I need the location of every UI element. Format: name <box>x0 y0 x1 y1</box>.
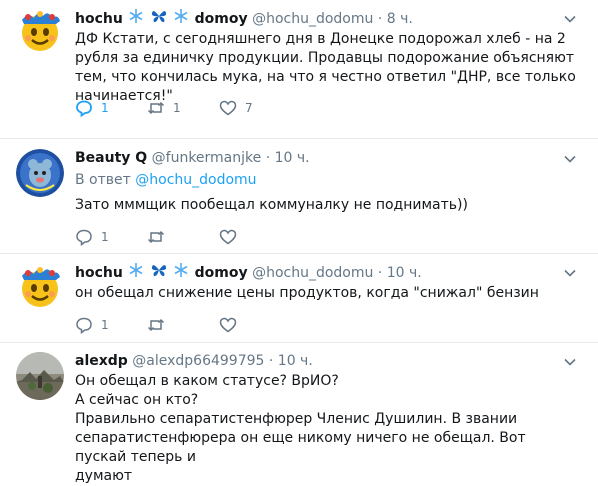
retweet-icon <box>147 101 165 115</box>
tweet-text: ДФ Кстати, с сегодняшнего дня в Донецке … <box>75 31 576 104</box>
retweet-button[interactable] <box>147 228 219 246</box>
retweet-button[interactable]: 1 <box>147 99 219 117</box>
handle[interactable]: @hochu_dodomu <box>252 11 373 27</box>
like-button[interactable] <box>219 316 291 334</box>
tweet-actions: 1 1 7 <box>75 98 291 118</box>
snowflake-icon <box>173 8 189 30</box>
display-name-part[interactable]: domoy <box>195 265 248 281</box>
like-button[interactable] <box>219 228 291 246</box>
tweet[interactable]: Beauty Q @funkermanjke · 10 ч. В ответ @… <box>0 139 598 249</box>
reply-icon <box>76 100 92 117</box>
tweet[interactable]: hochu domoy @hochu_dodomu · 10 ч. он обе… <box>0 254 598 342</box>
tweet-actions: 1 <box>75 227 291 247</box>
reply-to-link[interactable]: @hochu_dodomu <box>135 172 256 188</box>
snowflake-icon <box>128 8 144 30</box>
like-button[interactable]: 7 <box>219 99 291 117</box>
text-line: Он обещал в каком статусе? ВрИО? <box>75 373 339 389</box>
tweet-text: Он обещал в каком статусе? ВрИО? А сейча… <box>75 372 580 486</box>
tweet[interactable]: alexdp @alexdp66499795 · 10 ч. Он обещал… <box>0 343 598 484</box>
handle[interactable]: @hochu_dodomu <box>252 265 373 281</box>
retweet-button[interactable] <box>147 316 219 334</box>
timestamp[interactable]: 10 ч. <box>387 265 422 281</box>
reply-count: 1 <box>101 230 109 244</box>
display-name[interactable]: Beauty Q <box>75 150 147 166</box>
reply-button[interactable]: 1 <box>75 99 147 117</box>
reply-prefix: В ответ <box>75 172 131 188</box>
chevron-down-icon[interactable] <box>564 267 576 279</box>
avatar[interactable] <box>16 149 64 197</box>
retweet-icon <box>147 230 165 244</box>
tweet-header: alexdp @alexdp66499795 · 10 ч. <box>75 351 313 371</box>
chevron-down-icon[interactable] <box>564 13 576 25</box>
text-line: Правильно сепаратистенфюрер Членис Душил… <box>75 411 518 427</box>
snowflake-icon <box>173 262 189 284</box>
tweet-text: Зато мммщик пообещал коммуналку не подни… <box>75 197 468 213</box>
separator-dot: · <box>268 353 274 369</box>
retweet-icon <box>147 318 165 332</box>
heart-icon <box>219 317 237 333</box>
chevron-down-icon[interactable] <box>564 356 576 368</box>
retweet-count: 1 <box>173 101 181 115</box>
display-name-part[interactable]: domoy <box>195 11 248 27</box>
separator-dot: · <box>377 11 383 27</box>
chevron-down-icon[interactable] <box>564 153 576 165</box>
reply-context: В ответ @hochu_dodomu <box>75 171 257 190</box>
tweet-actions: 1 <box>75 315 291 335</box>
tweet-text: он обещал снижение цены продуктов, когда… <box>75 285 539 301</box>
avatar[interactable] <box>16 352 64 400</box>
separator-dot: · <box>377 265 383 281</box>
like-count: 7 <box>245 101 253 115</box>
tweet-header: hochu domoy @hochu_dodomu · 8 ч. <box>75 8 413 28</box>
handle[interactable]: @alexdp66499795 <box>132 353 264 369</box>
text-line: думают <box>75 468 133 484</box>
reply-count: 1 <box>101 101 109 115</box>
separator-dot: · <box>265 150 271 166</box>
display-name[interactable]: hochu <box>75 11 123 27</box>
display-name[interactable]: hochu <box>75 265 123 281</box>
butterfly-icon <box>151 8 167 30</box>
avatar[interactable] <box>16 6 64 54</box>
reply-icon <box>76 317 92 334</box>
tweet[interactable]: hochu domoy @hochu_dodomu · 8 ч. ДФ Кста… <box>0 0 598 128</box>
timestamp[interactable]: 8 ч. <box>387 11 413 27</box>
reply-button[interactable]: 1 <box>75 316 147 334</box>
timestamp[interactable]: 10 ч. <box>275 150 310 166</box>
butterfly-icon <box>151 262 167 284</box>
handle[interactable]: @funkermanjke <box>152 150 262 166</box>
tweet-header: Beauty Q @funkermanjke · 10 ч. <box>75 148 310 168</box>
avatar[interactable] <box>16 262 64 310</box>
display-name[interactable]: alexdp <box>75 353 128 369</box>
text-line: А сейчас он кто? <box>75 392 199 408</box>
text-line: сепаратистенфюрера он еще никому ничего … <box>75 430 526 465</box>
heart-icon <box>219 229 237 245</box>
timestamp[interactable]: 10 ч. <box>278 353 313 369</box>
tweet-header: hochu domoy @hochu_dodomu · 10 ч. <box>75 262 422 282</box>
snowflake-icon <box>128 262 144 284</box>
reply-icon <box>76 229 92 246</box>
reply-count: 1 <box>101 318 109 332</box>
reply-button[interactable]: 1 <box>75 228 147 246</box>
heart-icon <box>219 100 237 116</box>
